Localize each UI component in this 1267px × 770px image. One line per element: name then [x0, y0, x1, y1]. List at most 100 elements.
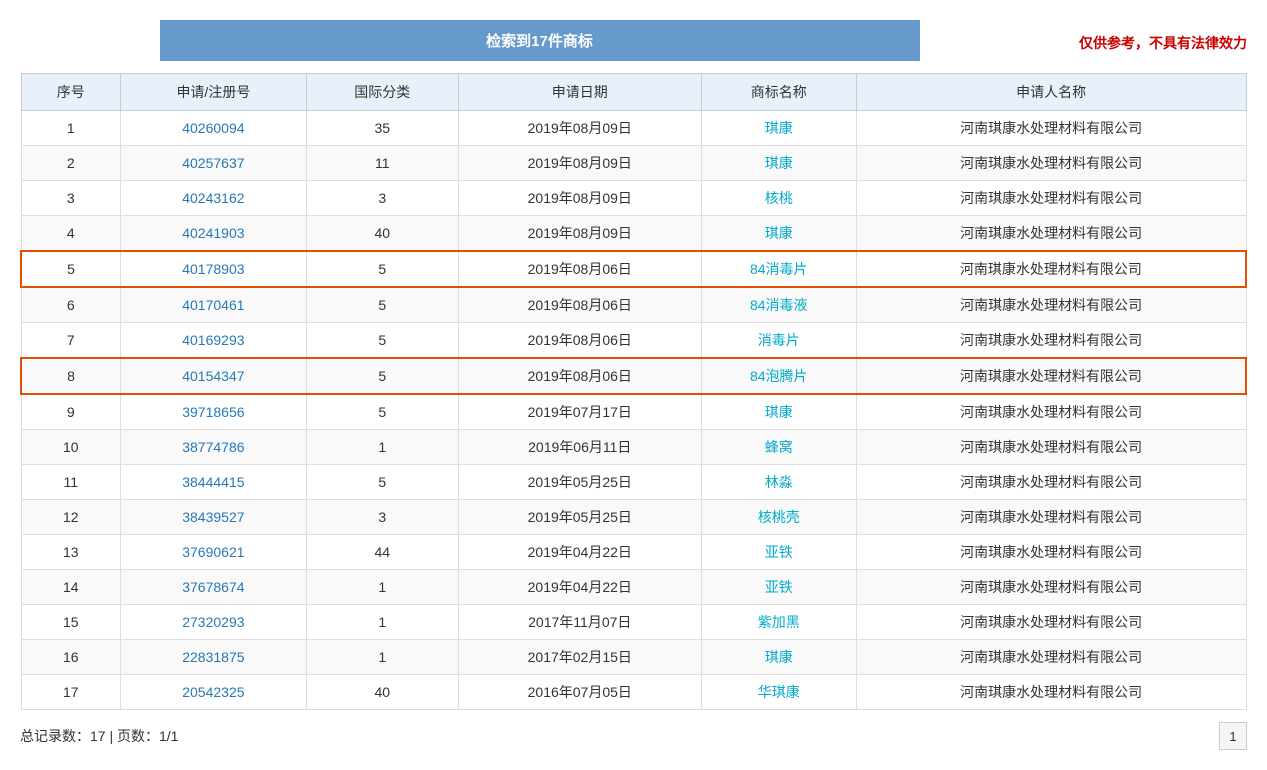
cell-reg-no[interactable]: 40178903: [121, 251, 307, 287]
cell-intl-class: 35: [306, 111, 458, 146]
cell-applicant: 河南琪康水处理材料有限公司: [856, 216, 1246, 252]
cell-reg-no[interactable]: 40169293: [121, 323, 307, 359]
page-value: 1/1: [159, 728, 178, 744]
cell-brand-name[interactable]: 琪康: [701, 111, 856, 146]
page-button-1[interactable]: 1: [1219, 722, 1247, 750]
cell-applicant: 河南琪康水处理材料有限公司: [856, 500, 1246, 535]
cell-reg-no[interactable]: 40170461: [121, 287, 307, 323]
cell-brand-name[interactable]: 紫加黑: [701, 605, 856, 640]
cell-reg-no[interactable]: 38439527: [121, 500, 307, 535]
table-body: 140260094352019年08月09日琪康河南琪康水处理材料有限公司240…: [21, 111, 1246, 710]
table-row: 1337690621442019年04月22日亚铁河南琪康水处理材料有限公司: [21, 535, 1246, 570]
cell-brand-name[interactable]: 琪康: [701, 394, 856, 430]
cell-brand-name[interactable]: 84消毒片: [701, 251, 856, 287]
cell-reg-no[interactable]: 22831875: [121, 640, 307, 675]
cell-reg-no[interactable]: 40154347: [121, 358, 307, 394]
cell-index: 14: [21, 570, 121, 605]
cell-index: 6: [21, 287, 121, 323]
cell-intl-class: 44: [306, 535, 458, 570]
cell-index: 11: [21, 465, 121, 500]
cell-apply-date: 2019年05月25日: [458, 500, 701, 535]
cell-index: 9: [21, 394, 121, 430]
cell-intl-class: 5: [306, 465, 458, 500]
cell-apply-date: 2019年08月06日: [458, 287, 701, 323]
cell-index: 1: [21, 111, 121, 146]
cell-brand-name[interactable]: 亚铁: [701, 535, 856, 570]
cell-reg-no[interactable]: 38774786: [121, 430, 307, 465]
cell-applicant: 河南琪康水处理材料有限公司: [856, 181, 1246, 216]
cell-index: 5: [21, 251, 121, 287]
cell-index: 17: [21, 675, 121, 710]
header-row: 序号 申请/注册号 国际分类 申请日期 商标名称 申请人名称: [21, 74, 1246, 111]
cell-intl-class: 5: [306, 394, 458, 430]
cell-apply-date: 2019年08月06日: [458, 323, 701, 359]
col-brand-name: 商标名称: [701, 74, 856, 111]
table-row: 123843952732019年05月25日核桃壳河南琪康水处理材料有限公司: [21, 500, 1246, 535]
table-row: 143767867412019年04月22日亚铁河南琪康水处理材料有限公司: [21, 570, 1246, 605]
cell-apply-date: 2019年08月06日: [458, 358, 701, 394]
top-row: 检索到17件商标 仅供参考，不具有法律效力: [20, 20, 1247, 65]
cell-reg-no[interactable]: 39718656: [121, 394, 307, 430]
cell-applicant: 河南琪康水处理材料有限公司: [856, 430, 1246, 465]
cell-intl-class: 1: [306, 570, 458, 605]
search-result-header: 检索到17件商标: [160, 20, 920, 61]
cell-intl-class: 3: [306, 181, 458, 216]
cell-reg-no[interactable]: 40260094: [121, 111, 307, 146]
cell-reg-no[interactable]: 20542325: [121, 675, 307, 710]
table-row: 34024316232019年08月09日核桃河南琪康水处理材料有限公司: [21, 181, 1246, 216]
cell-index: 8: [21, 358, 121, 394]
cell-brand-name[interactable]: 84泡腾片: [701, 358, 856, 394]
cell-reg-no[interactable]: 37690621: [121, 535, 307, 570]
table-row: 103877478612019年06月11日蜂窝河南琪康水处理材料有限公司: [21, 430, 1246, 465]
total-value: 17: [90, 728, 106, 744]
cell-index: 2: [21, 146, 121, 181]
col-intl-class: 国际分类: [306, 74, 458, 111]
cell-brand-name[interactable]: 消毒片: [701, 323, 856, 359]
cell-index: 3: [21, 181, 121, 216]
cell-reg-no[interactable]: 38444415: [121, 465, 307, 500]
cell-brand-name[interactable]: 琪康: [701, 216, 856, 252]
cell-reg-no[interactable]: 27320293: [121, 605, 307, 640]
cell-reg-no[interactable]: 37678674: [121, 570, 307, 605]
table-row: 440241903402019年08月09日琪康河南琪康水处理材料有限公司: [21, 216, 1246, 252]
cell-brand-name[interactable]: 核桃壳: [701, 500, 856, 535]
cell-reg-no[interactable]: 40241903: [121, 216, 307, 252]
cell-applicant: 河南琪康水处理材料有限公司: [856, 111, 1246, 146]
table-row: 240257637112019年08月09日琪康河南琪康水处理材料有限公司: [21, 146, 1246, 181]
table-row: 162283187512017年02月15日琪康河南琪康水处理材料有限公司: [21, 640, 1246, 675]
cell-intl-class: 11: [306, 146, 458, 181]
cell-applicant: 河南琪康水处理材料有限公司: [856, 287, 1246, 323]
cell-brand-name[interactable]: 蜂窝: [701, 430, 856, 465]
cell-index: 12: [21, 500, 121, 535]
cell-brand-name[interactable]: 核桃: [701, 181, 856, 216]
cell-intl-class: 40: [306, 216, 458, 252]
cell-index: 10: [21, 430, 121, 465]
table-row: 152732029312017年11月07日紫加黑河南琪康水处理材料有限公司: [21, 605, 1246, 640]
total-label: 总记录数：: [20, 728, 90, 744]
table-row: 93971865652019年07月17日琪康河南琪康水处理材料有限公司: [21, 394, 1246, 430]
cell-reg-no[interactable]: 40243162: [121, 181, 307, 216]
cell-apply-date: 2019年06月11日: [458, 430, 701, 465]
cell-brand-name[interactable]: 84消毒液: [701, 287, 856, 323]
cell-brand-name[interactable]: 琪康: [701, 640, 856, 675]
cell-apply-date: 2016年07月05日: [458, 675, 701, 710]
cell-brand-name[interactable]: 华琪康: [701, 675, 856, 710]
cell-intl-class: 5: [306, 287, 458, 323]
cell-brand-name[interactable]: 亚铁: [701, 570, 856, 605]
cell-brand-name[interactable]: 琪康: [701, 146, 856, 181]
cell-applicant: 河南琪康水处理材料有限公司: [856, 394, 1246, 430]
cell-intl-class: 5: [306, 323, 458, 359]
table-header: 序号 申请/注册号 国际分类 申请日期 商标名称 申请人名称: [21, 74, 1246, 111]
col-index: 序号: [21, 74, 121, 111]
cell-applicant: 河南琪康水处理材料有限公司: [856, 570, 1246, 605]
cell-index: 7: [21, 323, 121, 359]
cell-apply-date: 2019年07月17日: [458, 394, 701, 430]
cell-brand-name[interactable]: 林淼: [701, 465, 856, 500]
cell-intl-class: 5: [306, 251, 458, 287]
cell-reg-no[interactable]: 40257637: [121, 146, 307, 181]
cell-applicant: 河南琪康水处理材料有限公司: [856, 675, 1246, 710]
cell-applicant: 河南琪康水处理材料有限公司: [856, 251, 1246, 287]
col-reg-no: 申请/注册号: [121, 74, 307, 111]
header-bar-wrapper: 检索到17件商标: [20, 20, 1059, 65]
disclaimer-text: 仅供参考，不具有法律效力: [1079, 33, 1247, 53]
